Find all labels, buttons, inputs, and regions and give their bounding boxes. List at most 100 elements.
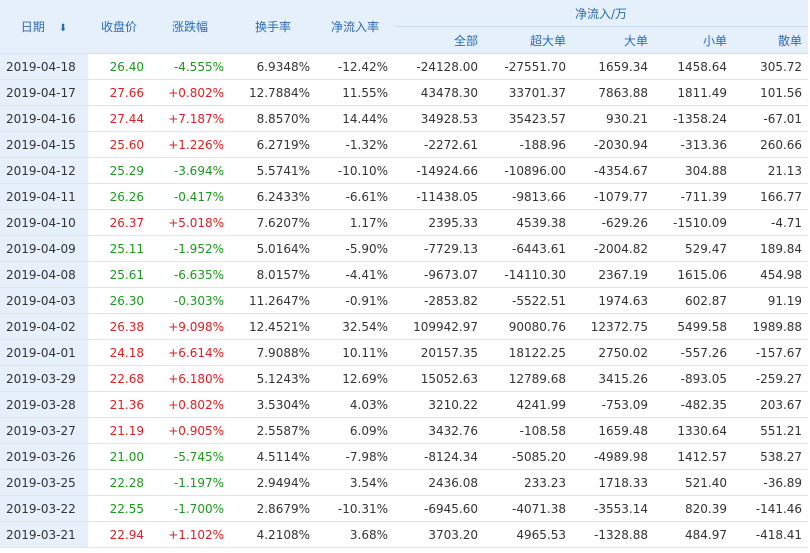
table-row[interactable]: 2019-03-28 21.36 +0.802% 3.5304% 4.03% 3210.2… [0, 391, 809, 418]
small-cell: 1458.64 [654, 53, 733, 80]
net-total-cell: 2395.33 [394, 209, 484, 236]
change-cell: +6.180% [150, 365, 230, 392]
small-cell: -1358.24 [654, 105, 733, 132]
large-cell: -1079.77 [572, 183, 654, 210]
turnover-cell: 6.9348% [230, 53, 316, 80]
change-cell: -0.417% [150, 183, 230, 210]
small-cell: 1412.57 [654, 443, 733, 470]
close-cell: 21.36 [88, 391, 150, 418]
close-cell: 26.40 [88, 53, 150, 80]
table-row[interactable]: 2019-03-22 22.55 -1.700% 2.8679% -10.31% -694… [0, 495, 809, 522]
turnover-cell: 7.9088% [230, 339, 316, 366]
table-row[interactable]: 2019-03-26 21.00 -5.745% 4.5114% -7.98% -8124… [0, 443, 809, 470]
close-cell: 22.94 [88, 521, 150, 548]
col-header-close[interactable]: 收盘价 [88, 0, 150, 54]
close-cell: 25.29 [88, 157, 150, 184]
net-total-cell: -9673.07 [394, 261, 484, 288]
table-row[interactable]: 2019-04-03 26.30 -0.303% 11.2647% -0.91% -285… [0, 287, 809, 314]
large-cell: 2367.19 [572, 261, 654, 288]
change-cell: +0.802% [150, 79, 230, 106]
table-row[interactable]: 2019-04-02 26.38 +9.098% 12.4521% 32.54% 1099… [0, 313, 809, 340]
large-cell: -4354.67 [572, 157, 654, 184]
table-row[interactable]: 2019-04-17 27.66 +0.802% 12.7884% 11.55% 4347… [0, 79, 809, 106]
table-row[interactable]: 2019-04-09 25.11 -1.952% 5.0164% -5.90% -7729… [0, 235, 809, 262]
turnover-cell: 5.5741% [230, 157, 316, 184]
table-row[interactable]: 2019-04-18 26.40 -4.555% 6.9348% -12.42% -241… [0, 53, 809, 80]
super-large-cell: -27551.70 [484, 53, 572, 80]
date-cell: 2019-04-16 [0, 105, 88, 132]
large-cell: 1718.33 [572, 469, 654, 496]
super-large-cell: -108.58 [484, 417, 572, 444]
large-cell: -629.26 [572, 209, 654, 236]
close-cell: 22.68 [88, 365, 150, 392]
large-cell: 1659.34 [572, 53, 654, 80]
small-cell: 1330.64 [654, 417, 733, 444]
date-cell: 2019-04-10 [0, 209, 88, 236]
net-rate-cell: -0.91% [316, 287, 394, 314]
close-cell: 27.44 [88, 105, 150, 132]
table-row[interactable]: 2019-03-27 21.19 +0.905% 2.5587% 6.09% 3432.7… [0, 417, 809, 444]
large-cell: 3415.26 [572, 365, 654, 392]
col-header-small[interactable]: 小单 [654, 26, 733, 54]
table-row[interactable]: 2019-03-25 22.28 -1.197% 2.9494% 3.54% 2436.0… [0, 469, 809, 496]
retail-cell: 1989.88 [733, 313, 809, 340]
table-row[interactable]: 2019-04-10 26.37 +5.018% 7.6207% 1.17% 2395.3… [0, 209, 809, 236]
date-cell: 2019-03-25 [0, 469, 88, 496]
col-header-large[interactable]: 大单 [572, 26, 654, 54]
retail-cell: 101.56 [733, 79, 809, 106]
col-header-total[interactable]: 全部 [394, 26, 484, 54]
table-row[interactable]: 2019-03-21 22.94 +1.102% 4.2108% 3.68% 3703.2… [0, 521, 809, 548]
table-row[interactable]: 2019-04-08 25.61 -6.635% 8.0157% -4.41% -9673… [0, 261, 809, 288]
close-cell: 25.11 [88, 235, 150, 262]
large-cell: 7863.88 [572, 79, 654, 106]
net-rate-cell: 14.44% [316, 105, 394, 132]
net-total-cell: -7729.13 [394, 235, 484, 262]
col-header-net-rate[interactable]: 净流入率 [316, 0, 394, 54]
col-header-turnover[interactable]: 换手率 [230, 0, 316, 54]
change-cell: -4.555% [150, 53, 230, 80]
col-group-net-flow: 净流入/万 [394, 0, 809, 27]
change-cell: +0.802% [150, 391, 230, 418]
table-row[interactable]: 2019-04-11 26.26 -0.417% 6.2433% -6.61% -1143… [0, 183, 809, 210]
col-header-change[interactable]: 涨跌幅 [150, 0, 230, 54]
super-large-cell: 18122.25 [484, 339, 572, 366]
table-row[interactable]: 2019-04-15 25.60 +1.226% 6.2719% -1.32% -2272… [0, 131, 809, 158]
table-header: 日期 ⬇ 收盘价 涨跌幅 换手率 净流入率 净流入/万 全部 超大单 大单 小单 … [0, 0, 809, 54]
net-total-cell: 3703.20 [394, 521, 484, 548]
retail-cell: 305.72 [733, 53, 809, 80]
change-cell: -1.952% [150, 235, 230, 262]
close-cell: 25.60 [88, 131, 150, 158]
retail-cell: -36.89 [733, 469, 809, 496]
super-large-cell: 4241.99 [484, 391, 572, 418]
sort-down-icon[interactable]: ⬇ [59, 23, 67, 34]
small-cell: 521.40 [654, 469, 733, 496]
table-row[interactable]: 2019-04-01 24.18 +6.614% 7.9088% 10.11% 20157… [0, 339, 809, 366]
turnover-cell: 4.2108% [230, 521, 316, 548]
turnover-cell: 6.2719% [230, 131, 316, 158]
retail-cell: -259.27 [733, 365, 809, 392]
super-large-cell: -188.96 [484, 131, 572, 158]
net-rate-cell: 3.54% [316, 469, 394, 496]
small-cell: 484.97 [654, 521, 733, 548]
date-cell: 2019-04-11 [0, 183, 88, 210]
col-header-super[interactable]: 超大单 [484, 26, 572, 54]
small-cell: -557.26 [654, 339, 733, 366]
large-cell: 1659.48 [572, 417, 654, 444]
net-rate-cell: -6.61% [316, 183, 394, 210]
net-rate-cell: 4.03% [316, 391, 394, 418]
large-cell: -2004.82 [572, 235, 654, 262]
table-row[interactable]: 2019-04-12 25.29 -3.694% 5.5741% -10.10% -149… [0, 157, 809, 184]
table-row[interactable]: 2019-04-16 27.44 +7.187% 8.8570% 14.44% 34928… [0, 105, 809, 132]
retail-cell: -418.41 [733, 521, 809, 548]
turnover-cell: 11.2647% [230, 287, 316, 314]
turnover-cell: 12.7884% [230, 79, 316, 106]
small-cell: 1811.49 [654, 79, 733, 106]
turnover-cell: 12.4521% [230, 313, 316, 340]
net-total-cell: 2436.08 [394, 469, 484, 496]
turnover-cell: 3.5304% [230, 391, 316, 418]
col-header-retail[interactable]: 散单 [733, 26, 809, 54]
net-rate-cell: -10.10% [316, 157, 394, 184]
col-header-date[interactable]: 日期 ⬇ [0, 0, 88, 54]
table-row[interactable]: 2019-03-29 22.68 +6.180% 5.1243% 12.69% 15052… [0, 365, 809, 392]
turnover-cell: 8.0157% [230, 261, 316, 288]
